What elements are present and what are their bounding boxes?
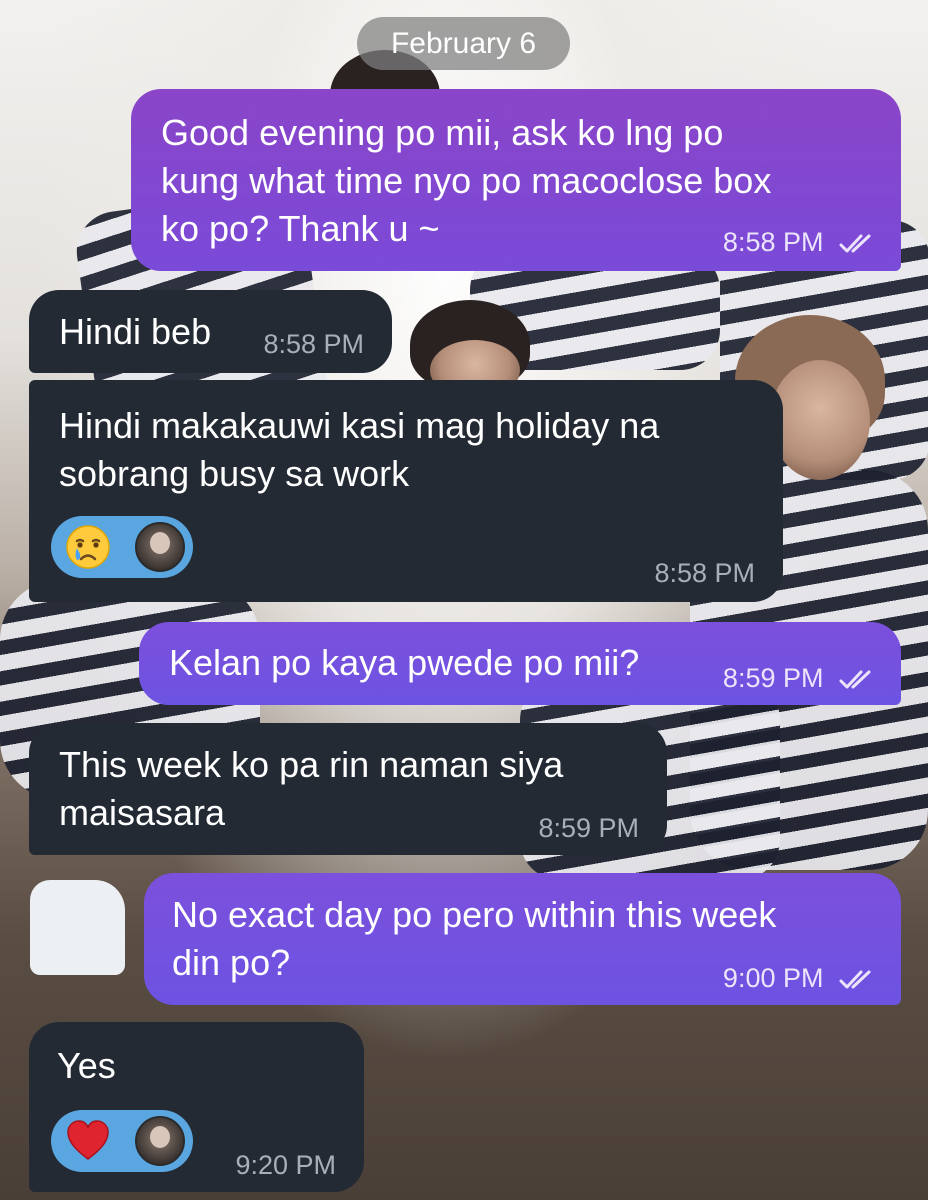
- message-text: No exact day po pero within this week di…: [172, 894, 777, 983]
- outgoing-message[interactable]: No exact day po pero within this week di…: [144, 873, 901, 1005]
- reaction-pill[interactable]: [51, 516, 193, 578]
- reactor-avatar: [135, 522, 185, 572]
- double-check-icon: [839, 970, 871, 989]
- message-text: Yes: [57, 1045, 116, 1086]
- incoming-message[interactable]: Hindi makakauwi kasi mag holiday na sobr…: [29, 380, 783, 602]
- message-time: 8:58 PM: [654, 558, 755, 588]
- reactor-avatar: [135, 1116, 185, 1166]
- crying-face-icon: [66, 525, 110, 569]
- message-time: 8:59 PM: [722, 663, 824, 693]
- message-time: 9:00 PM: [722, 963, 824, 993]
- outgoing-message[interactable]: Good evening po mii, ask ko lng po kung …: [131, 89, 901, 271]
- message-list[interactable]: February 6 Good evening po mii, ask ko l…: [0, 0, 928, 1200]
- incoming-message[interactable]: This week ko pa rin naman siya maisasara…: [29, 723, 667, 855]
- message-text: Kelan po kaya pwede po mii?: [169, 642, 640, 683]
- date-separator: February 6: [357, 17, 570, 70]
- message-time: 9:20 PM: [235, 1150, 336, 1180]
- message-time: 8:58 PM: [722, 227, 824, 257]
- outgoing-message[interactable]: Kelan po kaya pwede po mii? 8:59 PM: [139, 622, 901, 705]
- double-check-icon: [839, 670, 871, 689]
- red-heart-icon: [67, 1120, 109, 1160]
- message-time: 8:59 PM: [538, 813, 639, 843]
- reaction-pill[interactable]: [51, 1110, 193, 1172]
- message-meta: 9:00 PM: [723, 963, 879, 993]
- message-meta: 8:58 PM: [723, 227, 879, 257]
- incoming-message[interactable]: Hindi beb 8:58 PM: [29, 290, 392, 373]
- message-text: This week ko pa rin naman siya maisasara: [59, 744, 564, 833]
- message-text: Hindi makakauwi kasi mag holiday na sobr…: [59, 405, 660, 494]
- incoming-message[interactable]: Yes 9:20 PM: [29, 1022, 364, 1192]
- message-meta: 8:59 PM: [723, 663, 879, 693]
- message-time: 8:58 PM: [263, 329, 364, 359]
- message-text: Hindi beb: [59, 311, 212, 352]
- message-text: Good evening po mii, ask ko lng po kung …: [161, 112, 772, 249]
- double-check-icon: [839, 234, 871, 253]
